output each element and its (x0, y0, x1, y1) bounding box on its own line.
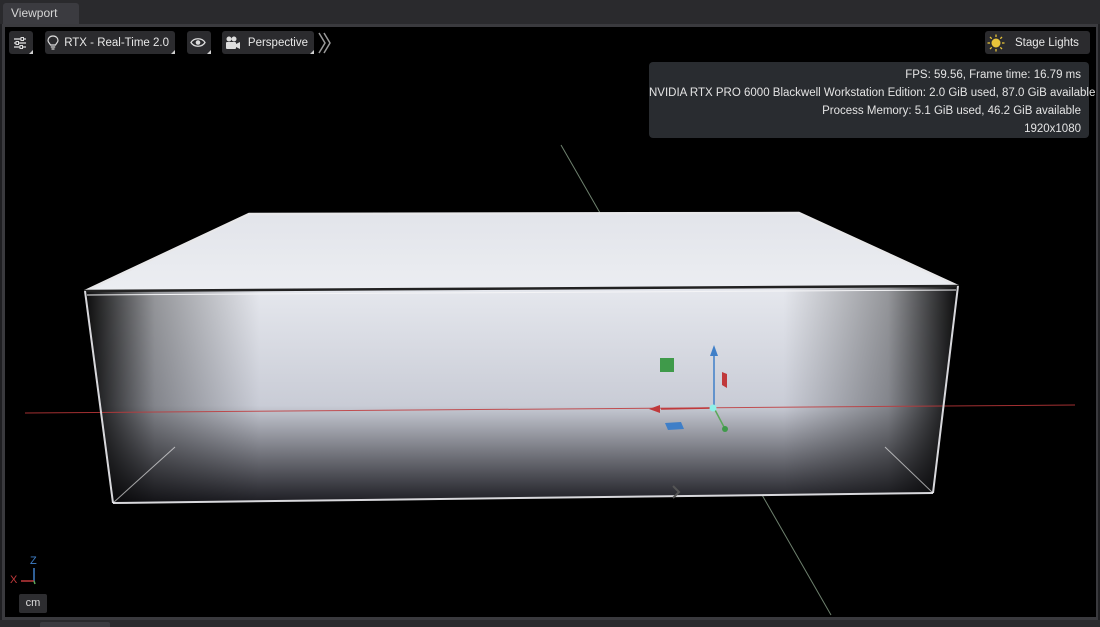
stage-lights-label: Stage Lights (1015, 36, 1079, 49)
renderer-button[interactable]: RTX - Real-Time 2.0 (45, 31, 175, 54)
camera-button[interactable]: Perspective (222, 31, 314, 54)
lightbulb-icon (45, 31, 60, 54)
axis-z-label: Z (30, 555, 37, 567)
tab-viewport[interactable]: Viewport (3, 3, 79, 24)
gizmo-y-handle[interactable] (722, 426, 728, 432)
gizmo-xz-plane-handle[interactable] (660, 358, 674, 372)
axis-orientation-gizmo (21, 568, 36, 585)
eye-icon (187, 31, 209, 54)
axis-x-label: X (10, 574, 18, 586)
sliders-icon (9, 31, 31, 54)
camera-label: Perspective (247, 36, 308, 49)
sun-icon (985, 31, 1007, 54)
double-chevron-right-icon (318, 32, 331, 54)
stats-overlay: FPS: 59.56, Frame time: 16.79 ms NVIDIA … (649, 62, 1096, 138)
gizmo-x-arrow[interactable] (660, 407, 715, 410)
resolution-stat: 1920x1080 (1024, 123, 1081, 135)
expand-toolbar-button[interactable] (317, 32, 333, 54)
bottom-tab-bar (0, 620, 1100, 627)
process-memory-stat: Process Memory: 5.1 GiB used, 46.2 GiB a… (822, 105, 1081, 117)
box-front-shade (85, 286, 958, 503)
visibility-button[interactable] (187, 31, 211, 54)
gpu-memory-stat: NVIDIA RTX PRO 6000 Blackwell Workstatio… (649, 87, 1096, 99)
tab-bar (0, 0, 1100, 24)
unit-indicator[interactable]: cm (19, 594, 47, 613)
renderer-label: RTX - Real-Time 2.0 (64, 36, 169, 49)
stage-lights-button[interactable]: Stage Lights (985, 31, 1090, 54)
fps-stat: FPS: 59.56, Frame time: 16.79 ms (905, 69, 1081, 81)
gizmo-xy-plane-handle[interactable] (665, 422, 684, 430)
viewport[interactable]: RTX - Real-Time 2.0 Perspective Stage Li… (5, 27, 1096, 617)
gizmo-center[interactable] (709, 404, 717, 412)
bottom-tab[interactable] (40, 622, 110, 627)
settings-button[interactable] (9, 31, 33, 54)
camera-icon (222, 31, 244, 54)
